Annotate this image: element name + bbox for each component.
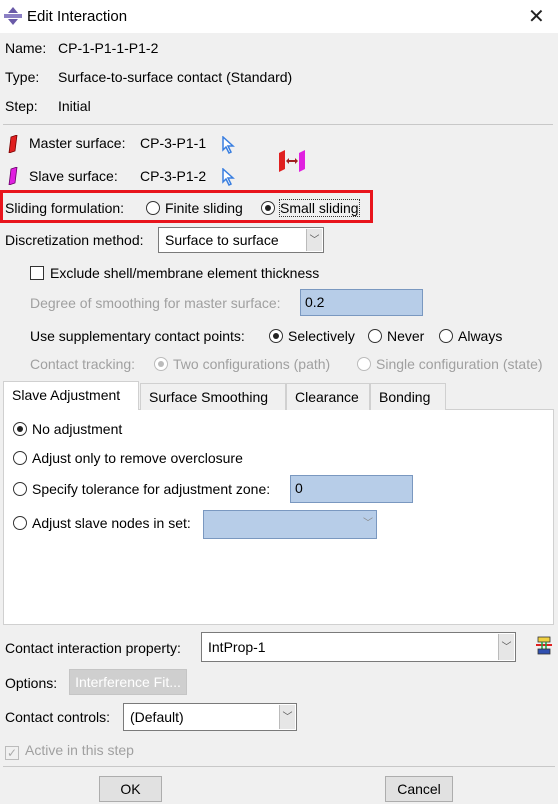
tab-clearance[interactable]: Clearance	[286, 383, 370, 410]
name-label: Name:	[5, 40, 47, 56]
option-label: Adjust only to remove overclosure	[32, 450, 243, 466]
smoothing-label: Degree of smoothing for master surface:	[30, 295, 281, 311]
remove-overclosure-radio[interactable]: Adjust only to remove overclosure	[13, 449, 243, 467]
chevron-down-icon: ﹀	[363, 518, 373, 529]
step-label: Step:	[5, 98, 38, 114]
controls-select[interactable]: (Default) ﹀	[123, 703, 297, 731]
option-label: Selectively	[288, 328, 355, 344]
name-value: CP-1-P1-1-P1-2	[58, 40, 159, 56]
cancel-button[interactable]: Cancel	[385, 776, 453, 802]
slave-surface-icon	[8, 167, 18, 185]
option-label: Specify tolerance for adjustment zone:	[32, 481, 271, 497]
active-label: Active in this step	[25, 742, 134, 758]
type-value: Surface-to-surface contact (Standard)	[58, 69, 293, 85]
app-icon	[4, 7, 22, 25]
swap-surfaces-icon[interactable]	[277, 149, 307, 173]
master-surface-icon	[8, 135, 18, 153]
chevron-down-icon: ﹀	[279, 705, 295, 729]
sliding-formulation-label: Sliding formulation:	[5, 200, 125, 216]
options-label: Options:	[5, 675, 58, 691]
slave-surface-label: Slave surface:	[29, 168, 118, 184]
small-sliding-radio[interactable]: Small sliding	[261, 199, 360, 217]
supplementary-selectively-radio[interactable]: Selectively	[269, 327, 355, 345]
supplementary-never-radio[interactable]: Never	[368, 327, 424, 345]
option-label: Single configuration (state)	[376, 356, 543, 372]
type-label: Type:	[5, 69, 40, 85]
divider	[3, 766, 555, 767]
finite-sliding-label: Finite sliding	[165, 200, 243, 216]
close-button[interactable]: ✕	[528, 4, 545, 29]
option-label: Two configurations (path)	[173, 356, 331, 372]
discretization-label: Discretization method:	[5, 232, 144, 248]
master-surface-label: Master surface:	[29, 135, 126, 151]
tracking-single-config-radio[interactable]: Single configuration (state)	[357, 355, 543, 373]
select-master-cursor-icon[interactable]	[222, 136, 236, 154]
select-slave-cursor-icon[interactable]	[222, 168, 236, 186]
option-label: Never	[387, 328, 425, 344]
node-set-select[interactable]: ﹀	[203, 510, 377, 539]
adjust-node-set-radio[interactable]: Adjust slave nodes in set:	[13, 514, 191, 532]
tab-slave-adjustment[interactable]: Slave Adjustment	[3, 381, 139, 410]
master-surface-value: CP-3-P1-1	[140, 135, 207, 151]
finite-sliding-radio[interactable]: Finite sliding	[146, 199, 243, 217]
divider	[3, 124, 553, 125]
slave-surface-value: CP-3-P1-2	[140, 168, 207, 184]
active-checkbox[interactable]: ✓ Active in this step	[5, 741, 134, 760]
specify-tolerance-radio[interactable]: Specify tolerance for adjustment zone:	[13, 480, 270, 498]
property-select[interactable]: IntProp-1 ﹀	[201, 632, 516, 662]
chevron-down-icon: ﹀	[306, 229, 322, 251]
step-value: Initial	[58, 98, 91, 114]
tracking-two-config-radio[interactable]: Two configurations (path)	[154, 355, 330, 373]
controls-value: (Default)	[130, 709, 184, 725]
tab-bonding[interactable]: Bonding	[370, 383, 446, 410]
property-label: Contact interaction property:	[5, 640, 181, 656]
smoothing-input[interactable]: 0.2	[300, 289, 423, 316]
supplementary-always-radio[interactable]: Always	[439, 327, 502, 345]
tolerance-input[interactable]: 0	[290, 475, 413, 503]
contact-tracking-label: Contact tracking:	[30, 356, 136, 372]
interference-fit-button[interactable]: Interference Fit...	[69, 669, 187, 695]
controls-label: Contact controls:	[5, 709, 111, 725]
discretization-select[interactable]: Surface to surface ﹀	[158, 227, 324, 253]
supplementary-label: Use supplementary contact points:	[30, 328, 245, 344]
tab-surface-smoothing[interactable]: Surface Smoothing	[140, 383, 286, 410]
chevron-down-icon: ﹀	[498, 634, 514, 660]
ok-button[interactable]: OK	[99, 776, 162, 802]
exclude-thickness-label: Exclude shell/membrane element thickness	[50, 265, 320, 281]
no-adjustment-radio[interactable]: No adjustment	[13, 420, 122, 438]
option-label: No adjustment	[32, 421, 123, 437]
exclude-thickness-checkbox[interactable]: Exclude shell/membrane element thickness	[30, 264, 319, 282]
small-sliding-label: Small sliding	[279, 199, 360, 217]
option-label: Adjust slave nodes in set:	[32, 515, 191, 531]
window-title: Edit Interaction	[27, 8, 128, 25]
property-manager-icon[interactable]	[535, 636, 553, 656]
option-label: Always	[458, 328, 503, 344]
discretization-value: Surface to surface	[165, 232, 279, 248]
property-value: IntProp-1	[208, 639, 266, 655]
